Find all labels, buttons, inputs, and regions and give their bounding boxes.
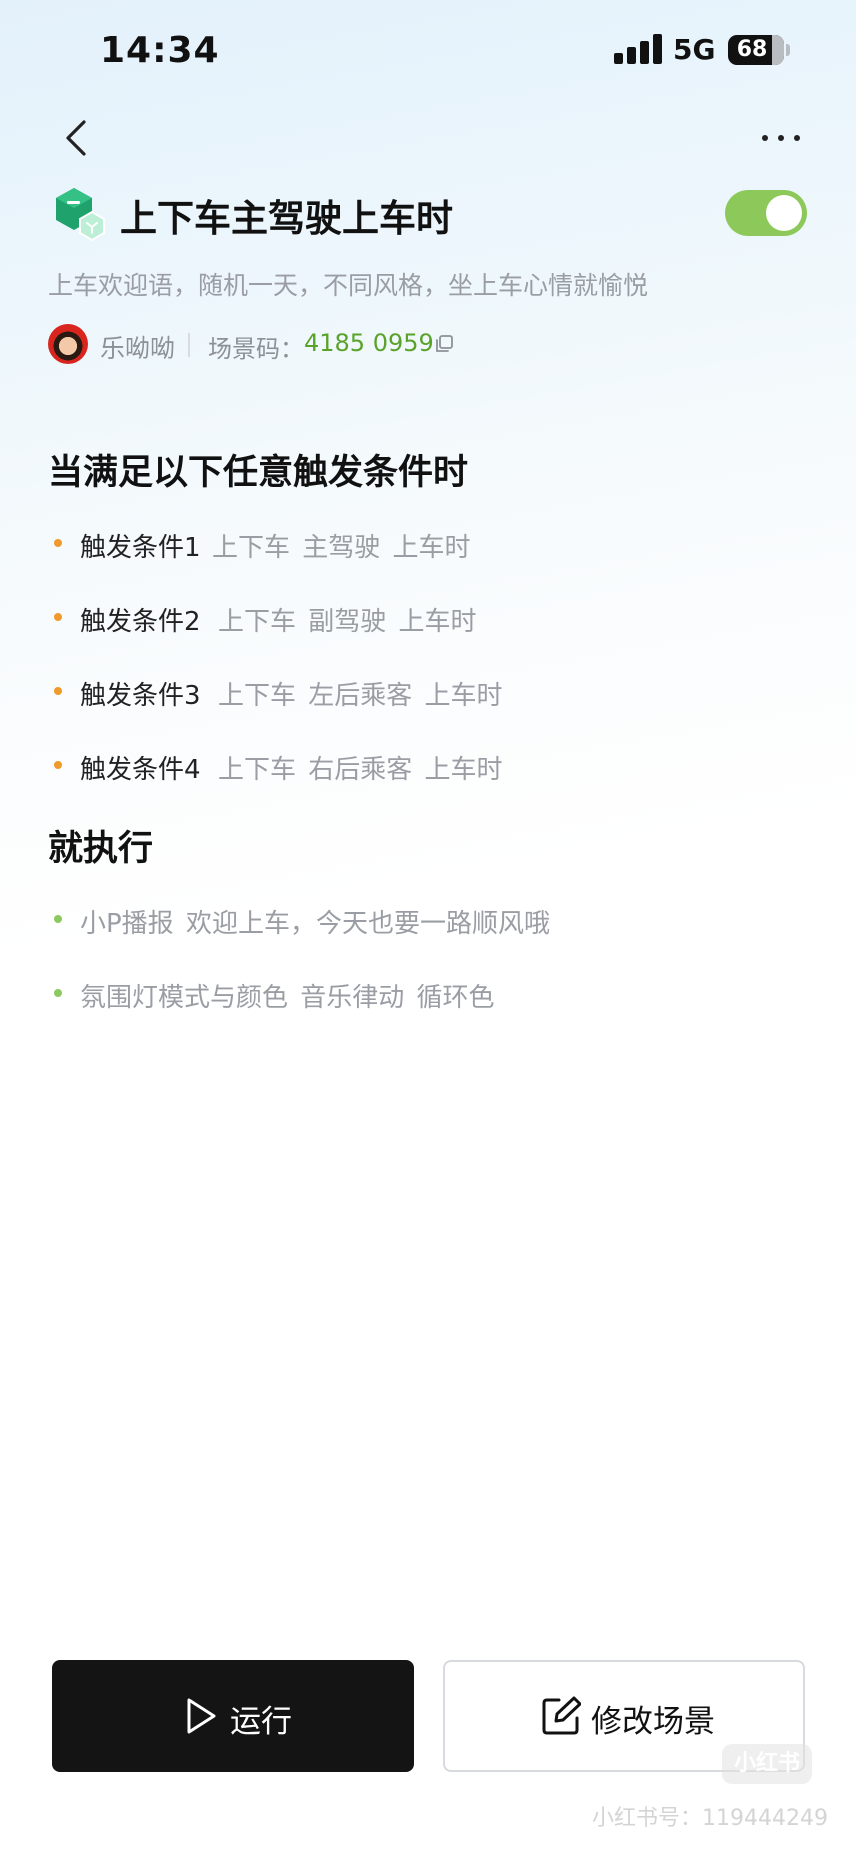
- play-icon: [187, 1698, 216, 1734]
- trigger-detail: 上下车 右后乘客 上车时: [218, 755, 503, 785]
- trigger-detail: 上下车 副驾驶 上车时: [218, 607, 477, 637]
- more-dot: [762, 135, 768, 141]
- trigger-detail: 上下车 主驾驶 上车时: [212, 533, 471, 563]
- battery-icon: 68: [728, 35, 784, 65]
- action-item: 氛围灯模式与颜色 音乐律动 循环色: [54, 974, 754, 1014]
- trigger-item: 触发条件2 上下车 副驾驶 上车时: [54, 598, 754, 638]
- bullet-dot: [54, 539, 62, 547]
- watermark-text: 小红书号：119444249: [592, 1806, 828, 1831]
- run-button[interactable]: 运行: [52, 1660, 414, 1772]
- bullet-dot: [54, 915, 62, 923]
- bullet-dot: [54, 687, 62, 695]
- copy-icon[interactable]: [434, 334, 454, 354]
- scene-code-value: 4185 0959: [304, 329, 434, 357]
- more-options-button[interactable]: [756, 120, 806, 156]
- scene-code-label: 场景码：: [208, 335, 304, 363]
- trigger-detail: 上下车 左后乘客 上车时: [218, 681, 503, 711]
- network-type: 5G: [673, 33, 716, 66]
- scene-cube-icon: [52, 186, 108, 242]
- run-button-label: 运行: [230, 1704, 292, 1740]
- battery-level: 68: [736, 37, 768, 62]
- back-button[interactable]: [58, 116, 98, 160]
- trigger-item: 触发条件3 上下车 左后乘客 上车时: [54, 672, 754, 712]
- more-dot: [778, 135, 784, 141]
- status-bar: 14:34 5G 68: [0, 0, 856, 100]
- avatar[interactable]: [48, 324, 88, 364]
- triggers-section-title: 当满足以下任意触发条件时: [48, 453, 469, 493]
- scene-description: 上车欢迎语，随机一天，不同风格，坐上车心情就愉悦: [48, 271, 649, 300]
- battery-tip: [786, 44, 790, 56]
- bullet-dot: [54, 761, 62, 769]
- author-name[interactable]: 乐呦呦: [100, 329, 175, 365]
- trigger-label: 触发条件3: [80, 681, 201, 711]
- trigger-label: 触发条件2: [80, 607, 201, 637]
- divider: [188, 333, 190, 357]
- trigger-label: 触发条件4: [80, 755, 201, 785]
- actions-section-title: 就执行: [48, 829, 154, 869]
- chevron-left-icon: [66, 120, 86, 156]
- toggle-knob: [766, 195, 802, 231]
- scene-title: 上下车主驾驶上车时: [120, 197, 453, 240]
- bullet-dot: [54, 989, 62, 997]
- trigger-item: 触发条件4 上下车 右后乘客 上车时: [54, 746, 754, 786]
- action-item: 小P播报 欢迎上车，今天也要一路顺风哦: [54, 900, 754, 940]
- trigger-item: 触发条件1 上下车 主驾驶 上车时: [54, 524, 754, 564]
- action-text: 小P播报 欢迎上车，今天也要一路顺风哦: [80, 909, 550, 939]
- trigger-label: 触发条件1: [80, 533, 201, 563]
- watermark-logo: 小红书: [722, 1744, 812, 1784]
- bullet-dot: [54, 613, 62, 621]
- action-text: 氛围灯模式与颜色 音乐律动 循环色: [80, 983, 495, 1013]
- scene-enable-toggle[interactable]: [725, 190, 807, 236]
- signal-icon: [614, 34, 662, 64]
- edit-scene-label: 修改场景: [591, 1704, 715, 1740]
- edit-icon: [542, 1696, 581, 1735]
- more-dot: [794, 135, 800, 141]
- status-time: 14:34: [100, 30, 220, 71]
- author-row: 乐呦呦 场景码： 4185 0959: [48, 322, 568, 366]
